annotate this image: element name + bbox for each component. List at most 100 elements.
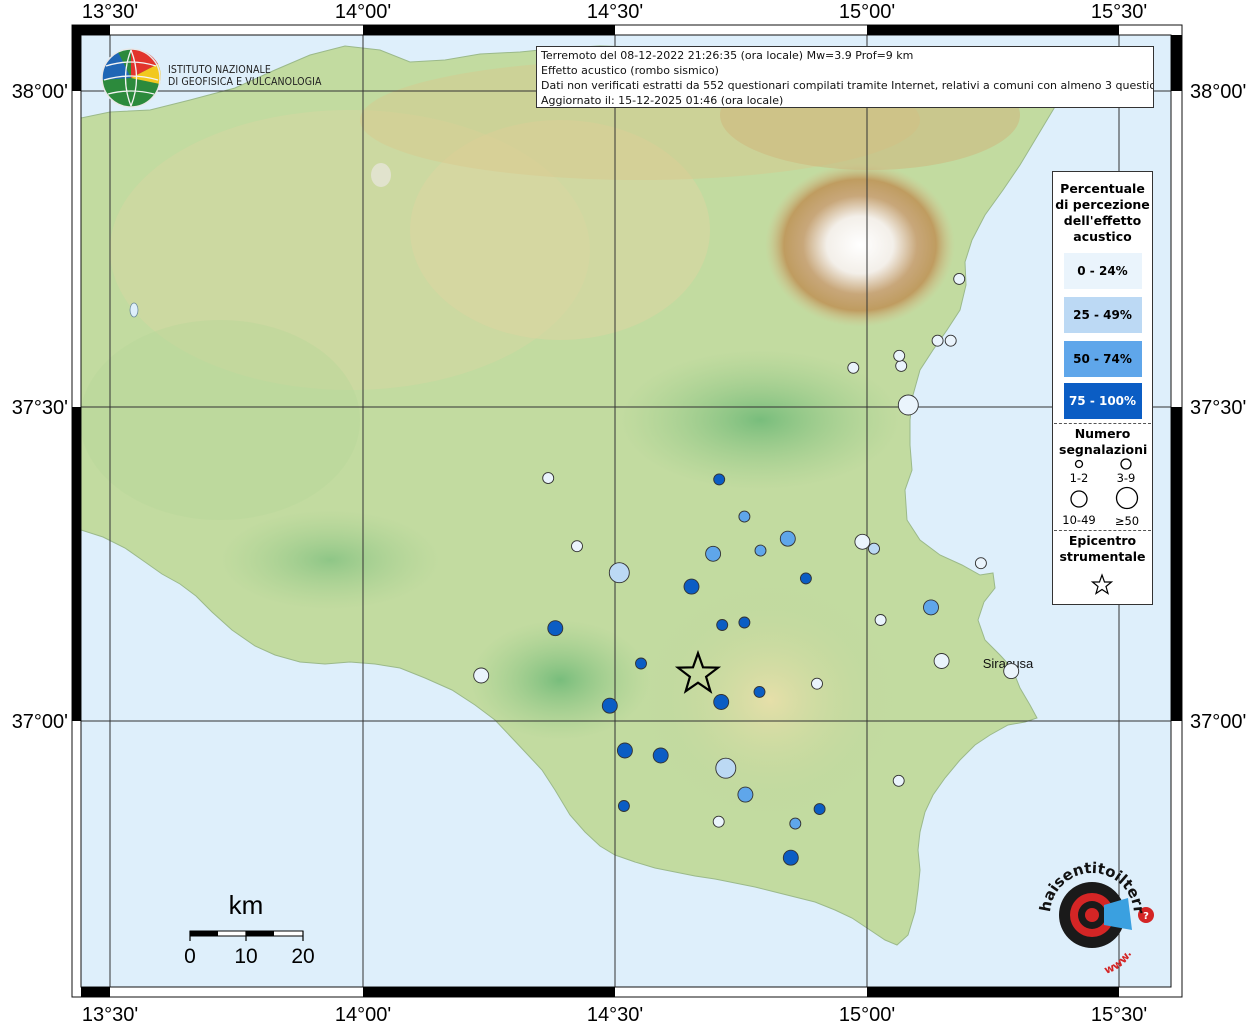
lat-labels-right: 38°00' 37°30' 37°00' (1190, 81, 1246, 733)
scale-tick: 10 (234, 945, 257, 968)
lon-labels-bottom: 13°30' 14°00' 14°30' 15°00' 15°30' (82, 1004, 1147, 1024)
town-marker (953, 272, 966, 285)
town-marker (847, 361, 860, 374)
town-marker (897, 394, 919, 416)
lat-label: 37°30' (1190, 397, 1246, 419)
town-marker (738, 510, 751, 523)
legend-count-label: ≥50 (1115, 514, 1139, 528)
lat-labels-left: 38°00' 37°30' 37°00' (12, 81, 68, 733)
ingv-logo-text: ISTITUTO NAZIONALE DI GEOFISICA E VULCAN… (168, 64, 322, 88)
town-marker (571, 540, 583, 553)
info-line-4: Aggiornato il: 15-12-2025 01:46 (ora loc… (541, 94, 784, 107)
town-marker (713, 694, 730, 710)
legend-count-title: Numero segnalazioni (1059, 426, 1148, 457)
legend-class-label: 50 - 74% (1073, 352, 1132, 366)
town-marker (868, 542, 880, 555)
legend: Percentuale di percezione dell'effetto a… (1052, 171, 1153, 605)
lat-label: 38°00' (12, 81, 68, 103)
lat-label: 37°00' (1190, 711, 1246, 733)
legend-class-0: 0 - 24% (1063, 253, 1142, 289)
town-marker (754, 544, 767, 557)
town-marker (923, 599, 939, 616)
legend-epicenter-title: Epicentro strumentale (1059, 533, 1146, 564)
town-marker (895, 359, 908, 372)
lake (371, 163, 391, 187)
town-marker (1003, 663, 1020, 680)
town-marker (601, 697, 618, 714)
lon-label: 15°30' (1091, 1, 1147, 23)
legend-count-label: 3-9 (1117, 471, 1136, 485)
lon-label: 13°30' (82, 1004, 138, 1024)
town-marker (542, 472, 555, 485)
legend-epicenter-symbol (1090, 573, 1114, 595)
event-info-box: Terremoto del 08-12-2022 21:26:35 (ora l… (536, 46, 1154, 108)
lon-label: 15°00' (839, 1, 895, 23)
town-marker (789, 817, 802, 830)
legend-class-label: 0 - 24% (1077, 264, 1128, 278)
town-marker (705, 545, 722, 562)
town-marker (473, 667, 490, 684)
town-marker (892, 774, 905, 787)
lon-label: 14°30' (587, 1, 643, 23)
town-marker (933, 653, 950, 669)
town-marker (617, 800, 630, 812)
town-marker (683, 578, 700, 595)
town-marker (811, 677, 823, 690)
info-line-3: Dati non verificati estratti da 552 ques… (541, 79, 1154, 92)
legend-class-label: 25 - 49% (1073, 308, 1132, 322)
town-marker (799, 572, 812, 585)
town-marker (635, 657, 647, 670)
lon-label: 13°30' (82, 1, 138, 23)
town-marker (944, 334, 957, 347)
legend-title: Percentuale di percezione dell'effetto a… (1055, 181, 1150, 244)
lon-label: 15°00' (839, 1004, 895, 1024)
town-marker (779, 530, 796, 547)
legend-count-label: 1-2 (1070, 471, 1089, 485)
town-marker (652, 747, 669, 764)
town-marker (893, 349, 906, 362)
lat-label: 37°00' (12, 711, 68, 733)
town-marker (713, 473, 726, 486)
town-marker (547, 620, 564, 637)
scale-tick: 20 (291, 945, 314, 968)
plain-patch (220, 510, 440, 610)
town-marker (712, 815, 725, 828)
town-marker (608, 562, 630, 584)
legend-count-symbols: 1-2 3-9 10-49 ≥50 (1062, 458, 1139, 528)
lon-label: 15°30' (1091, 1004, 1147, 1024)
town-marker (931, 334, 944, 347)
logo-line-1: ISTITUTO NAZIONALE (168, 64, 271, 76)
town-marker (854, 533, 871, 550)
lat-label: 37°30' (12, 397, 68, 419)
plain-patch (470, 620, 650, 740)
legend-class-1: 25 - 49% (1063, 297, 1142, 333)
town-marker (616, 742, 633, 759)
scale-tick: 0 (184, 945, 196, 968)
town-marker (753, 685, 766, 698)
town-marker (813, 803, 826, 816)
relief-patch (81, 320, 360, 520)
town-marker (874, 614, 887, 626)
info-line-2: Effetto acustico (rombo sismico) (541, 64, 719, 77)
lake (129, 302, 139, 318)
logo-line-2: DI GEOFISICA E VULCANOLOGIA (168, 76, 322, 88)
hyblean-plateau (640, 580, 900, 820)
town-marker (715, 757, 737, 779)
legend-class-label: 75 - 100% (1068, 394, 1137, 408)
legend-class-3: 75 - 100% (1063, 383, 1142, 419)
town-marker (974, 557, 987, 570)
lon-label: 14°00' (335, 1, 391, 23)
lat-label: 38°00' (1190, 81, 1246, 103)
ingv-logo (101, 48, 161, 108)
scale-unit: km (229, 890, 264, 920)
town-marker (738, 616, 751, 629)
town-marker (716, 619, 729, 631)
legend-class-2: 50 - 74% (1063, 341, 1142, 377)
town-marker (737, 786, 754, 803)
etna-volcano (765, 163, 955, 327)
lon-label: 14°30' (587, 1004, 643, 1024)
info-line-1: Terremoto del 08-12-2022 21:26:35 (ora l… (541, 49, 914, 62)
legend-count-label: 10-49 (1062, 513, 1095, 527)
lon-labels-top: 13°30' 14°00' 14°30' 15°00' 15°30' (82, 1, 1147, 23)
town-marker (782, 849, 799, 866)
